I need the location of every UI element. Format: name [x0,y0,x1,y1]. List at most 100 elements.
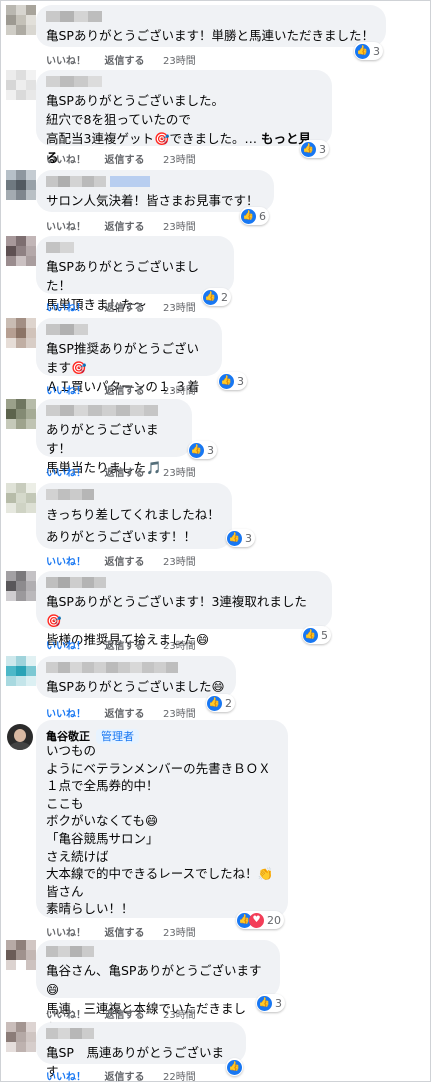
avatar[interactable] [6,656,36,686]
reply-button[interactable]: 返信する [104,1072,144,1083]
like-button[interactable]: いいね！ [46,386,86,397]
avatar[interactable] [6,940,36,970]
comment-time[interactable]: 22時間 [163,1072,196,1083]
comment-bubble: ありがとうございます！ 馬単当たりました🎵 [36,399,192,475]
reply-button[interactable]: 返信する [104,709,144,720]
comment-text: いつもの ようにベテランメンバーの先書きＢＯＸ １点で全馬券的中！ ここも ボク… [46,743,274,917]
reply-button[interactable]: 返信する [104,468,144,479]
reaction-summary[interactable]: 👍 3 [354,42,383,60]
reaction-summary[interactable]: 👍 3 [256,994,285,1012]
avatar[interactable] [6,170,36,200]
author-name-blurred[interactable] [46,176,263,188]
like-button[interactable]: いいね！ [46,1072,86,1083]
comment-bubble: きっちり差してくれましたね！ ありがとうございます！！ [36,483,232,549]
reaction-count: 3 [319,142,326,156]
comment-time[interactable]: 23時間 [163,709,196,720]
comment-time[interactable]: 23時間 [163,928,196,939]
comment-actions: いいね！ 返信する 23時間 [46,151,211,166]
comment-actions: いいね！ 返信する 23時間 [46,924,211,939]
reaction-summary[interactable]: 👍 ♥ 20 [236,911,284,929]
like-button[interactable]: いいね！ [46,641,86,652]
like-button[interactable]: いいね！ [46,709,86,720]
comment-text: サロン人気決着！皆さまお見事です！ [46,193,259,208]
avatar[interactable] [6,70,36,100]
comment-time[interactable]: 23時間 [163,468,196,479]
like-button[interactable]: いいね！ [46,557,86,568]
comment-actions: いいね！ 返信する 23時間 [46,52,211,67]
reply-button[interactable]: 返信する [104,557,144,568]
like-button[interactable]: いいね！ [46,222,86,233]
author-name-blurred[interactable] [46,242,223,254]
admin-badge: 管理者 [96,729,139,744]
reaction-count: 20 [267,913,281,927]
thumbs-up-icon: 👍 [219,373,234,389]
avatar[interactable] [6,1022,36,1052]
author-name-blurred[interactable] [46,946,269,958]
like-button[interactable]: いいね！ [46,56,86,67]
comment-text: きっちり差してくれましたね！ ありがとうございます！！ [46,507,220,544]
comment-bubble: 亀谷敬正 管理者 いつもの ようにベテランメンバーの先書きＢＯＸ １点で全馬券的中… [36,720,288,918]
comment-time[interactable]: 23時間 [163,155,196,166]
author-name-blurred[interactable] [46,76,321,88]
author-name-blurred[interactable] [46,1028,235,1040]
avatar[interactable] [6,483,36,513]
author-name-blurred[interactable] [46,405,181,417]
comment-time[interactable]: 23時間 [163,386,196,397]
reply-button[interactable]: 返信する [104,56,144,67]
comment-bubble: サロン人気決着！皆さまお見事です！ [36,170,274,212]
reaction-summary[interactable]: 👍 3 [300,140,329,158]
comment-bubble: 亀SPありがとうございます！3連複取れました🎯 皆様の推奨見て拾えました😄 [36,571,332,647]
author-name-blurred[interactable] [46,324,211,336]
reply-button[interactable]: 返信する [104,1010,144,1021]
comment-bubble: 亀SP推奨ありがとうございます🎯 ＡＩ買いパターンの１.３着😄 [36,318,222,413]
reaction-summary[interactable]: 👍 3 [218,372,247,390]
comment-time[interactable]: 23時間 [163,641,196,652]
author-name-blurred[interactable] [46,11,375,23]
thumbs-up-icon: 👍 [303,627,318,643]
like-button[interactable]: いいね！ [46,928,86,939]
heart-icon: ♥ [249,912,264,928]
avatar[interactable] [6,5,36,35]
reaction-count: 3 [237,374,244,388]
reaction-count: 2 [221,290,228,304]
reply-button[interactable]: 返信する [104,386,144,397]
reaction-summary[interactable]: 👍 [226,1058,243,1076]
reply-button[interactable]: 返信する [104,641,144,652]
comment-time[interactable]: 23時間 [163,222,196,233]
reply-button[interactable]: 返信する [104,155,144,166]
comment-time[interactable]: 23時間 [163,56,196,67]
comment-actions: いいね！ 返信する 23時間 [46,299,211,314]
avatar[interactable] [6,571,36,601]
comment-time[interactable]: 23時間 [163,1010,196,1021]
thumbs-up-icon: 👍 [227,530,242,546]
comment-text: 亀SPありがとうございます！単勝と馬連いただきました！ [46,28,374,43]
like-button[interactable]: いいね！ [46,1010,86,1021]
reaction-count: 6 [259,209,266,223]
admin-avatar[interactable] [7,724,33,750]
like-button[interactable]: いいね！ [46,468,86,479]
author-name-blurred[interactable] [46,577,321,589]
reply-button[interactable]: 返信する [104,928,144,939]
like-button[interactable]: いいね！ [46,303,86,314]
author-name-blurred[interactable] [46,489,221,501]
reply-button[interactable]: 返信する [104,303,144,314]
reaction-summary[interactable]: 👍 6 [240,207,269,225]
comment-bubble: 亀SPありがとうございました😄 [36,656,236,698]
avatar[interactable] [6,399,36,429]
comment-bubble: 亀SP 馬連ありがとうございます [36,1022,246,1079]
reply-button[interactable]: 返信する [104,222,144,233]
comment-bubble: 亀谷さん、亀SPありがとうございます😄 馬連、三連複と本線でいただきました。 [36,940,280,1035]
comment-time[interactable]: 23時間 [163,557,196,568]
thumbs-up-icon: 👍 [355,43,370,59]
avatar[interactable] [6,318,36,348]
reaction-summary[interactable]: 👍 3 [226,529,255,547]
author-row: 亀谷敬正 管理者 [46,725,277,744]
reaction-summary[interactable]: 👍 3 [188,441,217,459]
comment-actions: いいね！ 返信する 23時間 [46,382,211,397]
avatar[interactable] [6,236,36,266]
author-name-blurred[interactable] [46,662,225,674]
comment-time[interactable]: 23時間 [163,303,196,314]
like-button[interactable]: いいね！ [46,155,86,166]
reaction-summary[interactable]: 👍 5 [302,626,331,644]
comment-actions: いいね！ 返信する 23時間 [46,637,211,652]
